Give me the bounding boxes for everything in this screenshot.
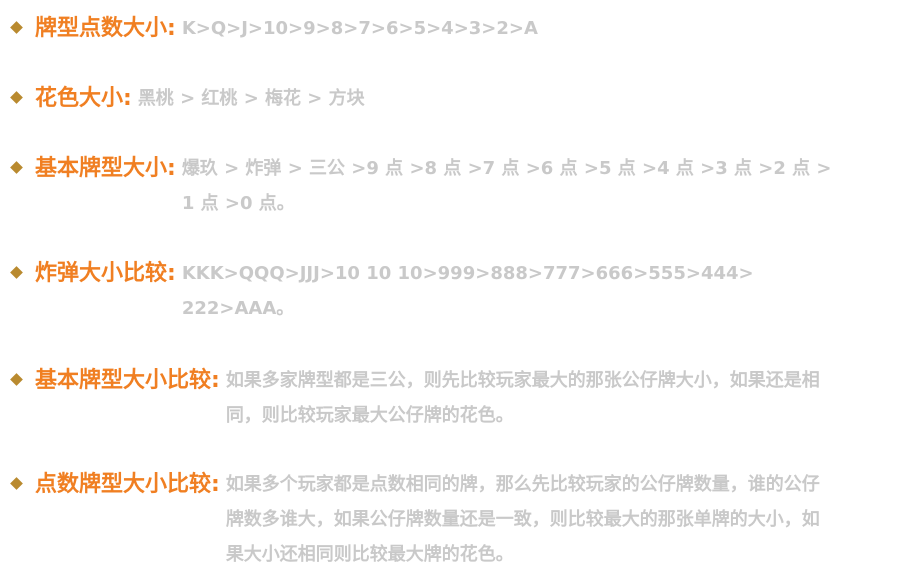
rule-item-basic-hand-rank: 基本牌型大小: 爆玖 > 炸弹 > 三公 >9 点 >8 点 >7 点 >6 点… [0, 151, 842, 221]
rule-label: 基本牌型大小比较: [35, 368, 220, 393]
rule-item-card-rank: 牌型点数大小: K>Q>J>10>9>8>7>6>5>4>3>2>A [0, 11, 802, 46]
rule-item-bomb-compare: 炸弹大小比较: KKK>QQQ>JJJ>10 10 10>999>888>777… [0, 256, 772, 326]
bullet-icon [10, 161, 23, 174]
bullet-icon [10, 21, 23, 34]
rule-label: 基本牌型大小: [35, 156, 176, 181]
rules-list: 牌型点数大小: K>Q>J>10>9>8>7>6>5>4>3>2>A 花色大小:… [0, 0, 906, 585]
rule-text: K>Q>J>10>9>8>7>6>5>4>3>2>A [181, 18, 538, 39]
rule-label: 牌型点数大小: [35, 16, 176, 41]
rule-text: 如果多家牌型都是三公，则先比较玩家最大的那张公仔牌大小，如果还是相同，则比较玩家… [225, 370, 820, 426]
rule-item-basic-hand-compare: 基本牌型大小比较: 如果多家牌型都是三公，则先比较玩家最大的那张公仔牌大小，如果… [0, 363, 831, 433]
rule-label: 炸弹大小比较: [35, 261, 176, 286]
bullet-icon [10, 477, 23, 490]
rule-label: 点数牌型大小比较: [35, 472, 220, 497]
rule-text: 黑桃 > 红桃 > 梅花 > 方块 [137, 88, 365, 109]
rule-text: KKK>QQQ>JJJ>10 10 10>999>888>777>666>555… [181, 263, 754, 319]
rule-text: 爆玖 > 炸弹 > 三公 >9 点 >8 点 >7 点 >6 点 >5 点 >4… [181, 158, 832, 214]
rule-text: 如果多个玩家都是点数相同的牌，那么先比较玩家的公仔牌数量，谁的公仔牌数多谁大，如… [225, 474, 820, 565]
rule-item-suit-rank: 花色大小: 黑桃 > 红桃 > 梅花 > 方块 [0, 81, 758, 116]
bullet-icon [10, 266, 23, 279]
bullet-icon [10, 373, 23, 386]
bullet-icon [10, 91, 23, 104]
rule-label: 花色大小: [35, 86, 132, 111]
rule-item-point-hand-compare: 点数牌型大小比较: 如果多个玩家都是点数相同的牌，那么先比较玩家的公仔牌数量，谁… [0, 467, 831, 572]
